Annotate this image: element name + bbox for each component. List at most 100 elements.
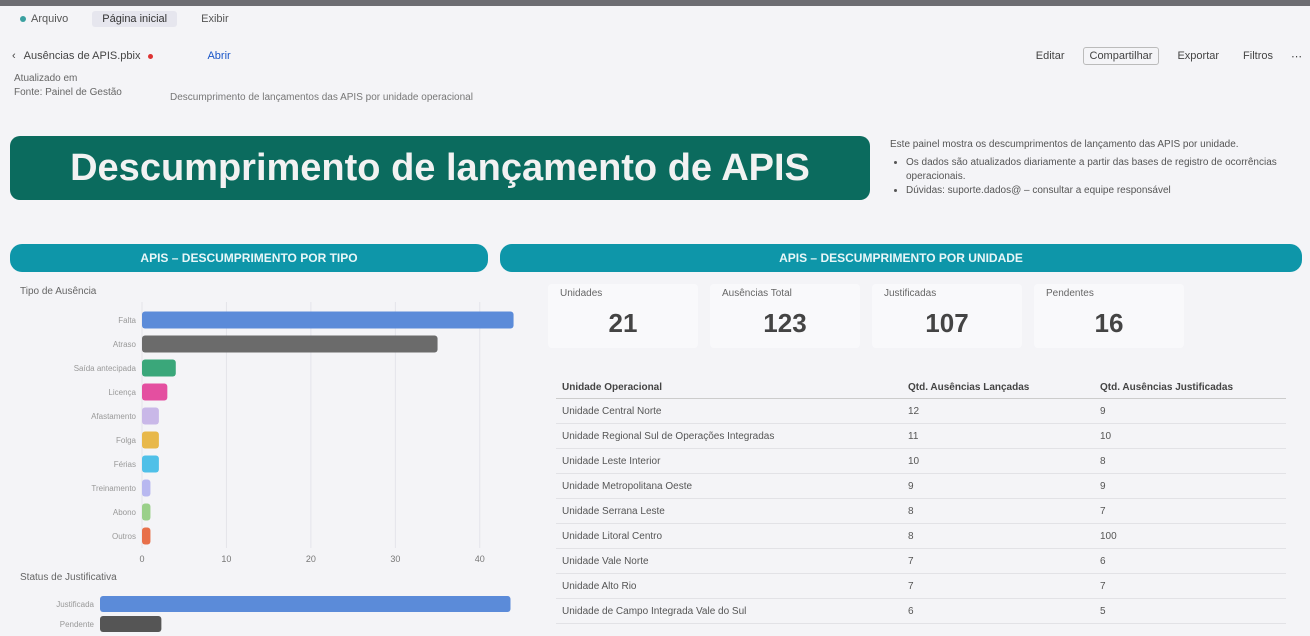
kpi-card[interactable]: Ausências Total 123	[710, 284, 860, 348]
edit-button[interactable]: Editar	[1030, 48, 1071, 64]
filters-button[interactable]: Filtros	[1237, 48, 1279, 64]
kpi-label: Unidades	[560, 288, 603, 299]
column-header-launched[interactable]: Qtd. Ausências Lançadas	[902, 376, 1094, 399]
toolbar: Editar Compartilhar Exportar Filtros ⋯	[1030, 47, 1302, 65]
kpi-label: Pendentes	[1046, 288, 1094, 299]
category-label: Justificada	[56, 600, 94, 609]
window-top-bar	[0, 0, 1310, 6]
table-row[interactable]: Unidade Regional Sul de Operações Integr…	[556, 423, 1286, 449]
unit-table: Unidade Operacional Qtd. Ausências Lança…	[556, 376, 1286, 624]
column-header-unit[interactable]: Unidade Operacional	[556, 376, 902, 399]
category-label: Abono	[113, 508, 137, 517]
app-icon	[20, 16, 26, 22]
cell-unit: Unidade Central Norte	[556, 398, 902, 424]
x-tick-label: 10	[221, 554, 231, 562]
kpi-label: Ausências Total	[722, 288, 792, 299]
tab-view[interactable]: Exibir	[191, 11, 239, 27]
absence-type-chart[interactable]: 0 10 20 30 40 Falta Atraso Saída antecipada Lice…	[10, 300, 530, 562]
section-header-right: APIS – DESCUMPRIMENTO POR UNIDADE	[500, 244, 1302, 272]
tab-file-label: Arquivo	[31, 13, 69, 25]
kpi-card[interactable]: Unidades 21	[548, 284, 698, 348]
kpi-card[interactable]: Justificadas 107	[872, 284, 1022, 348]
cell-unit: Unidade Vale Norte	[556, 548, 902, 574]
table-row[interactable]: Unidade de Campo Integrada Vale do Sul 6 5	[556, 598, 1286, 624]
x-tick-label: 30	[390, 554, 400, 562]
table-row[interactable]: Unidade Leste Interior 10 8	[556, 448, 1286, 474]
cell-justified: 5	[1094, 598, 1286, 624]
bar[interactable]	[142, 455, 159, 473]
category-label: Atraso	[113, 340, 137, 349]
bar[interactable]	[142, 503, 151, 521]
open-button[interactable]: Abrir	[201, 48, 236, 64]
bar[interactable]	[142, 335, 438, 353]
notes-bullet: Os dados são atualizados diariamente a p…	[906, 156, 1300, 184]
cell-justified: 7	[1094, 498, 1286, 524]
cell-launched: 8	[902, 498, 1094, 524]
table-row[interactable]: Unidade Alto Rio 7 7	[556, 573, 1286, 599]
bar[interactable]	[142, 407, 159, 425]
table-row[interactable]: Unidade Litoral Centro 8 100	[556, 523, 1286, 549]
report-info: Atualizado em Fonte: Painel de Gestão	[14, 72, 122, 100]
export-button[interactable]: Exportar	[1171, 48, 1225, 64]
category-label: Treinamento	[91, 484, 136, 493]
tab-home[interactable]: Página inicial	[92, 11, 178, 27]
bar[interactable]	[142, 359, 176, 377]
column-header-justified[interactable]: Qtd. Ausências Justificadas	[1094, 376, 1286, 399]
justification-status-chart[interactable]: Justificada Pendente	[10, 586, 530, 636]
breadcrumb: ‹ Ausências de APIS.pbix Abrir	[12, 48, 237, 64]
more-options-icon[interactable]: ⋯	[1291, 50, 1302, 63]
bar[interactable]	[142, 383, 168, 401]
cell-launched: 7	[902, 548, 1094, 574]
category-label: Licença	[108, 388, 136, 397]
cell-unit: Unidade de Campo Integrada Vale do Sul	[556, 598, 902, 624]
bar[interactable]	[100, 616, 162, 632]
kpi-card[interactable]: Pendentes 16	[1034, 284, 1184, 348]
chart2-title: Status de Justificativa	[20, 572, 117, 583]
cell-justified: 6	[1094, 548, 1286, 574]
cell-launched: 12	[902, 398, 1094, 424]
unsaved-indicator-icon	[148, 53, 154, 59]
kpi-value: 16	[1094, 308, 1124, 338]
file-name[interactable]: Ausências de APIS.pbix	[24, 50, 141, 62]
cell-launched: 6	[902, 598, 1094, 624]
cell-justified: 10	[1094, 423, 1286, 449]
cell-justified: 100	[1094, 523, 1286, 549]
category-label: Folga	[116, 436, 137, 445]
tab-file[interactable]: Arquivo	[10, 11, 78, 27]
kpi-value: 123	[763, 308, 807, 338]
bar[interactable]	[142, 431, 159, 449]
cell-launched: 7	[902, 573, 1094, 599]
kpi-value: 107	[925, 308, 969, 338]
kpi-value: 21	[608, 308, 638, 338]
ribbon-tabs: Arquivo Página inicial Exibir	[10, 8, 239, 30]
x-tick-label: 40	[475, 554, 485, 562]
share-button[interactable]: Compartilhar	[1082, 47, 1160, 65]
bar[interactable]	[142, 527, 151, 545]
category-label: Férias	[114, 460, 136, 469]
cell-justified: 9	[1094, 398, 1286, 424]
table-row[interactable]: Unidade Vale Norte 7 6	[556, 548, 1286, 574]
cell-launched: 11	[902, 423, 1094, 449]
kpi-row: Unidades 21 Ausências Total 123 Justific…	[548, 284, 1184, 348]
bar[interactable]	[100, 596, 511, 612]
cell-unit: Unidade Serrana Leste	[556, 498, 902, 524]
updated-label: Atualizado em	[14, 73, 78, 84]
table-header-row: Unidade Operacional Qtd. Ausências Lança…	[556, 376, 1286, 399]
table-row[interactable]: Unidade Central Norte 12 9	[556, 398, 1286, 424]
cell-launched: 10	[902, 448, 1094, 474]
notes-heading: Este painel mostra os descumprimentos de…	[890, 139, 1239, 150]
x-tick-label: 0	[139, 554, 144, 562]
cell-justified: 8	[1094, 448, 1286, 474]
cell-unit: Unidade Litoral Centro	[556, 523, 902, 549]
table-row[interactable]: Unidade Metropolitana Oeste 9 9	[556, 473, 1286, 499]
bar[interactable]	[142, 311, 514, 329]
cell-unit: Unidade Metropolitana Oeste	[556, 473, 902, 499]
notes-bullet: Dúvidas: suporte.dados@ – consultar a eq…	[906, 184, 1300, 198]
category-label: Outros	[112, 532, 136, 541]
bar[interactable]	[142, 479, 151, 497]
source-label: Fonte: Painel de Gestão	[14, 87, 122, 98]
back-icon[interactable]: ‹	[12, 50, 16, 62]
category-label: Pendente	[60, 620, 95, 629]
table-row[interactable]: Unidade Serrana Leste 8 7	[556, 498, 1286, 524]
kpi-label: Justificadas	[884, 288, 937, 299]
